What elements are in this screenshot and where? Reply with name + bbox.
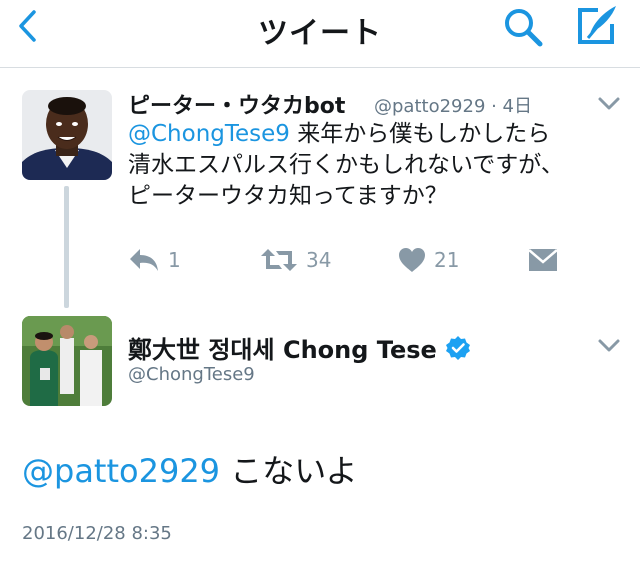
retweet-button[interactable]: 34 <box>260 244 331 276</box>
like-count: 21 <box>434 248 460 272</box>
tweet-timestamp: 2016/12/28 8:35 <box>22 523 172 544</box>
author-display-name-text: 鄭大世 정대세 Chong Tese <box>128 336 437 364</box>
search-button[interactable] <box>500 4 544 48</box>
mention-link[interactable]: @ChongTese9 <box>128 121 290 147</box>
heart-icon <box>399 248 425 272</box>
chevron-down-icon <box>598 339 620 352</box>
reply-tweet-body: こないよ <box>220 452 358 490</box>
avatar-image <box>22 316 112 406</box>
compose-button[interactable] <box>574 4 618 48</box>
direct-message-button[interactable] <box>528 244 558 276</box>
author-display-name[interactable]: ピーター・ウタカbot <box>128 88 345 120</box>
tweet-menu-button[interactable] <box>596 337 622 355</box>
reply-button[interactable]: 1 <box>128 244 181 276</box>
thread-connector <box>64 186 69 308</box>
top-nav-bar: ツイート <box>0 0 640 68</box>
chevron-down-icon <box>598 97 620 110</box>
search-icon <box>505 9 543 47</box>
tweet-text: @ChongTese9 来年から僕もしかしたら 清水エスパルス行くかもしれないで… <box>128 119 628 212</box>
retweet-count: 34 <box>306 248 332 272</box>
tweet-text-line: 来年から僕もしかしたら <box>289 121 551 147</box>
mention-link[interactable]: @patto2929 <box>22 452 220 490</box>
author-display-name[interactable]: 鄭大世 정대세 Chong Tese <box>128 330 471 365</box>
author-handle[interactable]: @ChongTese9 <box>128 364 255 385</box>
retweet-icon <box>261 249 297 271</box>
compose-tweet-icon <box>578 6 616 44</box>
reply-tweet-text: @patto2929 こないよ <box>22 446 358 492</box>
author-handle[interactable]: @patto2929 · 4日 <box>374 92 532 118</box>
envelope-icon <box>528 249 558 271</box>
tweet-text-line: ピーターウタカ知ってますか？ <box>128 183 448 209</box>
verified-badge-icon <box>445 335 470 360</box>
tweet-menu-button[interactable] <box>596 95 622 113</box>
page-title: ツイート <box>258 16 382 51</box>
avatar[interactable] <box>22 90 112 180</box>
tweet-text-line: 清水エスパルス行くかもしれないですが、 <box>128 152 564 178</box>
avatar[interactable] <box>22 316 112 406</box>
reply-icon <box>130 249 158 271</box>
avatar-image <box>22 90 112 180</box>
reply-count: 1 <box>168 248 181 272</box>
like-button[interactable]: 21 <box>398 244 459 276</box>
